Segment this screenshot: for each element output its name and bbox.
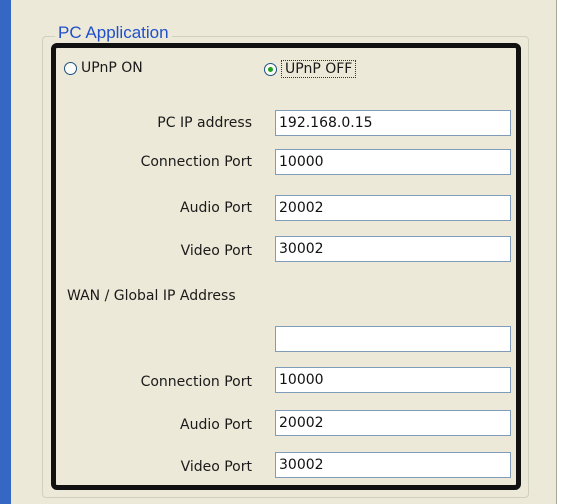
scrollbar-edge [556,0,563,504]
upnp-off-radio[interactable]: UPnP OFF [264,60,357,78]
pc-video-port-field[interactable] [275,236,511,262]
wan-heading: WAN / Global IP Address [67,288,236,304]
pc-video-port-label: Video Port [180,243,252,259]
wan-connection-port-field[interactable] [275,367,511,393]
wan-ip-field[interactable] [275,326,511,352]
pc-audio-port-label: Audio Port [180,200,252,216]
radio-checked-icon [264,62,277,76]
wan-audio-port-field[interactable] [275,410,511,436]
wan-video-port-label: Video Port [180,459,252,475]
upnp-off-label: UPnP OFF [281,60,357,78]
upnp-on-label: UPnP ON [81,60,143,76]
pc-connection-port-field[interactable] [275,149,511,175]
wan-audio-port-label: Audio Port [180,417,252,433]
radio-unchecked-icon [64,61,77,75]
wan-video-port-field[interactable] [275,452,511,478]
pc-ip-label: PC IP address [157,115,252,131]
upnp-on-radio[interactable]: UPnP ON [64,60,143,76]
window-left-border [0,0,11,504]
groupbox-title: PC Application [55,22,172,44]
pc-audio-port-field[interactable] [275,195,511,221]
pc-connection-port-label: Connection Port [140,154,252,170]
wan-connection-port-label: Connection Port [140,374,252,390]
pc-ip-field[interactable] [275,110,511,136]
